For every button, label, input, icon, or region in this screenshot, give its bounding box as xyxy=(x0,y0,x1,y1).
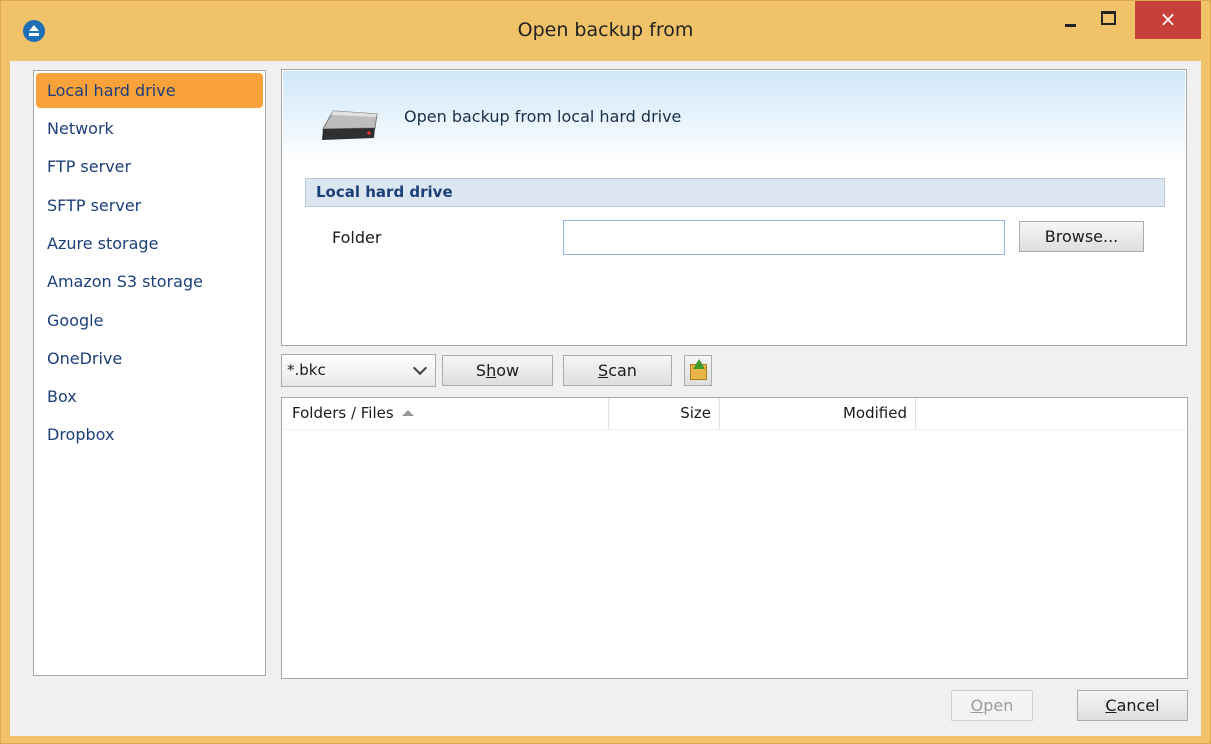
sidebar-item-sftp-server[interactable]: SFTP server xyxy=(36,188,263,223)
sidebar-item-onedrive[interactable]: OneDrive xyxy=(36,341,263,376)
hard-drive-icon xyxy=(322,110,378,140)
up-arrow-icon xyxy=(693,359,705,369)
open-access-key: O xyxy=(970,696,984,715)
open-label-suffix: pen xyxy=(983,696,1014,715)
scan-button[interactable]: Scan xyxy=(563,355,672,386)
header-divider xyxy=(283,429,1186,430)
up-folder-button[interactable] xyxy=(684,355,712,386)
sidebar-item-network[interactable]: Network xyxy=(36,111,263,146)
folder-input[interactable] xyxy=(563,220,1005,255)
sort-ascending-icon xyxy=(401,410,414,416)
sidebar-item-ftp-server[interactable]: FTP server xyxy=(36,149,263,184)
file-toolbar: *.bkc Show Scan xyxy=(281,354,1187,388)
sidebar-item-dropbox[interactable]: Dropbox xyxy=(36,417,263,452)
sidebar-item-box[interactable]: Box xyxy=(36,379,263,414)
section-header: Local hard drive xyxy=(305,178,1165,207)
open-button[interactable]: Open xyxy=(951,690,1033,721)
sidebar-item-google[interactable]: Google xyxy=(36,303,263,338)
dialog-window: Open backup from × Local hard drive Netw… xyxy=(0,0,1211,744)
show-access-key: h xyxy=(486,361,497,380)
storage-sidebar: Local hard drive Network FTP server SFTP… xyxy=(33,70,266,676)
file-list[interactable]: Folders / Files Size Modified xyxy=(281,397,1188,679)
show-label-suffix: ow xyxy=(496,361,520,380)
cancel-button[interactable]: Cancel xyxy=(1077,690,1188,721)
close-button[interactable]: × xyxy=(1135,1,1201,39)
dialog-content: Local hard drive Network FTP server SFTP… xyxy=(10,61,1201,736)
sidebar-item-local-hard-drive[interactable]: Local hard drive xyxy=(36,73,263,108)
title-bar[interactable]: Open backup from × xyxy=(1,1,1210,61)
column-header-modified[interactable]: Modified xyxy=(720,398,916,429)
sidebar-item-azure-storage[interactable]: Azure storage xyxy=(36,226,263,261)
folder-label: Folder xyxy=(332,228,382,247)
cancel-label-suffix: ancel xyxy=(1116,696,1160,715)
show-button[interactable]: Show xyxy=(442,355,553,386)
panel-heading: Open backup from local hard drive xyxy=(404,107,682,126)
window-title: Open backup from xyxy=(517,19,694,41)
maximize-button[interactable] xyxy=(1095,1,1121,35)
cancel-access-key: C xyxy=(1105,696,1117,715)
browse-button[interactable]: Browse... xyxy=(1019,221,1144,252)
minimize-button[interactable] xyxy=(1059,1,1085,35)
file-filter-select[interactable]: *.bkc xyxy=(281,354,436,387)
panel-header: Open backup from local hard drive xyxy=(283,71,1185,164)
show-label-prefix: S xyxy=(475,361,487,380)
scan-label-suffix: can xyxy=(608,361,637,380)
filter-value: *.bkc xyxy=(287,361,326,379)
sidebar-item-amazon-s3-storage[interactable]: Amazon S3 storage xyxy=(36,264,263,299)
scan-access-key: S xyxy=(598,361,609,380)
column-header-label: Folders / Files xyxy=(292,404,394,422)
location-panel: Open backup from local hard drive Local … xyxy=(281,69,1187,346)
column-header-size[interactable]: Size xyxy=(609,398,720,429)
chevron-down-icon xyxy=(412,360,428,376)
column-header-folders-files[interactable]: Folders / Files xyxy=(283,398,609,429)
